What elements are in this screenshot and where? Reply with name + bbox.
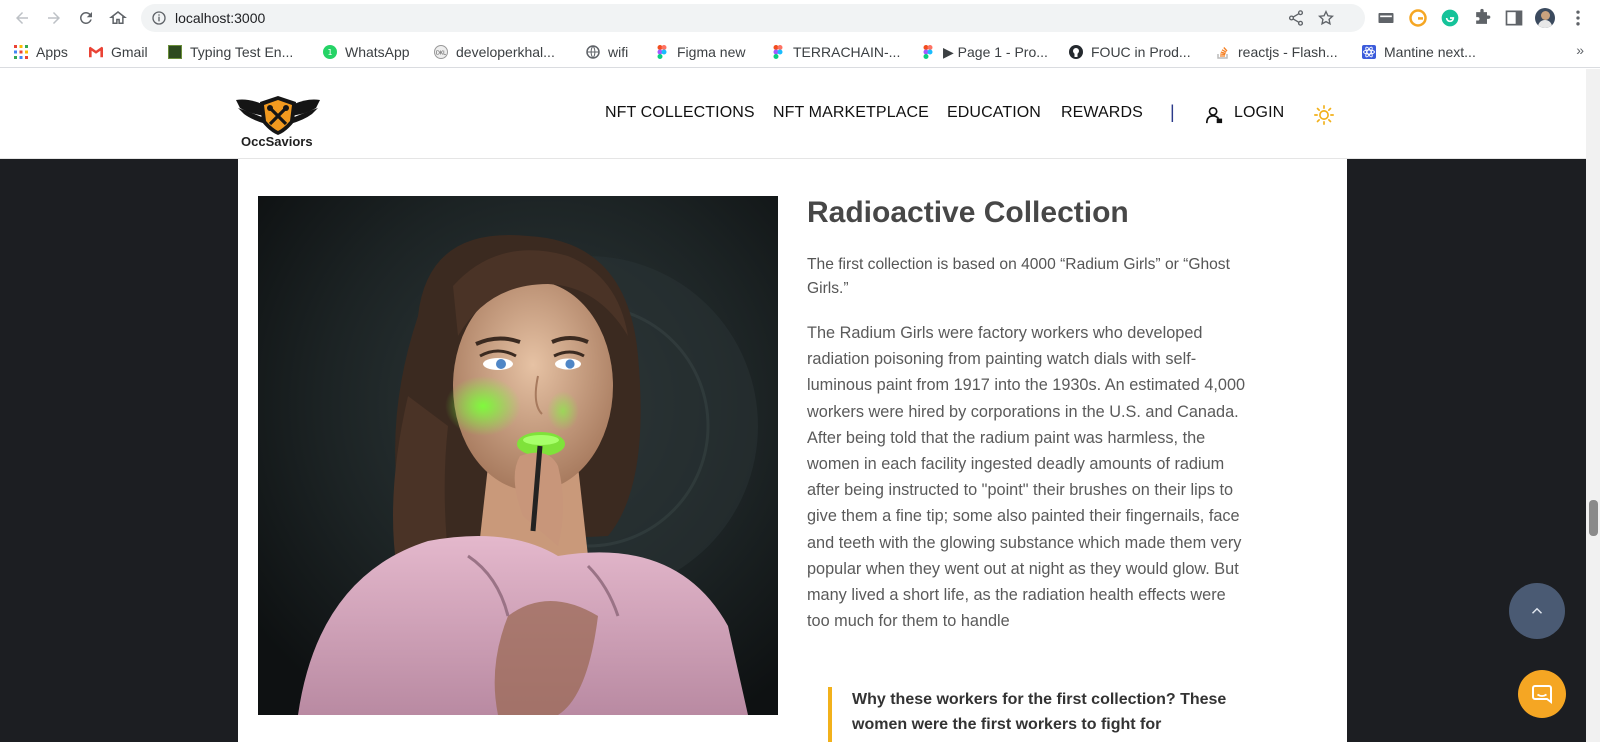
bookmark-page-1[interactable]: ▶ Page 1 - Pro... bbox=[921, 42, 1048, 62]
gmail-icon bbox=[89, 46, 103, 58]
chat-icon bbox=[1532, 685, 1552, 704]
home-button[interactable] bbox=[106, 6, 130, 30]
bookmark-figma-new[interactable]: Figma new bbox=[655, 42, 745, 62]
react-icon bbox=[1362, 45, 1376, 59]
info-icon[interactable] bbox=[151, 10, 167, 26]
developer-icon: DKL bbox=[434, 45, 448, 59]
svg-text:DKL: DKL bbox=[436, 51, 446, 57]
globe-icon bbox=[586, 45, 600, 59]
apps-grid-icon bbox=[14, 45, 28, 59]
whatsapp-icon: 1 bbox=[323, 45, 337, 59]
back-arrow-icon bbox=[16, 12, 28, 24]
figma-icon bbox=[923, 45, 933, 59]
typing-test-icon bbox=[168, 45, 182, 59]
profile-avatar[interactable] bbox=[1535, 8, 1555, 28]
figma-icon bbox=[773, 45, 783, 59]
nav-education[interactable]: EDUCATION bbox=[947, 104, 1041, 122]
browser-toolbar: localhost:3000 bbox=[0, 0, 1600, 36]
bookmark-fouc[interactable]: FOUC in Prod... bbox=[1069, 42, 1191, 62]
extensions-puzzle-icon[interactable] bbox=[1472, 8, 1492, 28]
address-bar[interactable]: localhost:3000 bbox=[141, 4, 1365, 32]
collection-blockquote: Why these workers for the first collecti… bbox=[828, 687, 1228, 742]
stackoverflow-icon bbox=[1217, 47, 1228, 59]
forward-arrow-icon bbox=[48, 12, 60, 24]
bookmark-apps[interactable]: Apps bbox=[14, 42, 68, 62]
collection-body-text: The Radium Girls were factory workers wh… bbox=[807, 324, 1246, 631]
reload-icon bbox=[79, 11, 92, 24]
nav-nft-collections[interactable]: NFT COLLECTIONS bbox=[605, 104, 755, 122]
chevron-up-icon bbox=[1531, 607, 1543, 614]
figma-icon bbox=[657, 45, 667, 59]
browser-menu-icon[interactable] bbox=[1568, 8, 1588, 28]
radium-girl-image bbox=[258, 196, 778, 715]
nav-nft-marketplace[interactable]: NFT MARKETPLACE bbox=[773, 104, 929, 122]
grammarly-g-icon[interactable] bbox=[1408, 8, 1428, 28]
nav-separator: | bbox=[1170, 102, 1175, 122]
bookmark-star-icon[interactable] bbox=[1317, 9, 1335, 27]
bookmark-wifi[interactable]: wifi bbox=[586, 42, 628, 62]
bookmarks-bar: Apps Gmail Typing Test En... 1 WhatsApp … bbox=[0, 36, 1600, 68]
nav-rewards[interactable]: REWARDS bbox=[1061, 104, 1143, 122]
github-icon bbox=[1069, 45, 1083, 59]
url-text: localhost:3000 bbox=[175, 10, 266, 26]
occsaviors-logo-icon[interactable] bbox=[236, 94, 320, 136]
bookmark-whatsapp[interactable]: 1 WhatsApp bbox=[323, 42, 410, 62]
bookmark-developer[interactable]: DKL developerkhal... bbox=[434, 42, 555, 62]
chat-support-button[interactable] bbox=[1518, 670, 1566, 718]
forward-button[interactable] bbox=[42, 6, 66, 30]
page-scrollbar[interactable] bbox=[1586, 69, 1600, 742]
side-panel-icon[interactable] bbox=[1504, 8, 1524, 28]
scroll-to-top-button[interactable] bbox=[1509, 583, 1565, 639]
blockquote-text: Why these workers for the first collecti… bbox=[852, 691, 1227, 733]
radium-girl-artwork bbox=[258, 196, 778, 715]
bookmark-gmail[interactable]: Gmail bbox=[89, 42, 148, 62]
brand-name: OccSaviors bbox=[241, 134, 313, 149]
nav-login[interactable]: LOGIN bbox=[1234, 104, 1284, 122]
extension-screen-icon[interactable] bbox=[1376, 8, 1396, 28]
theme-toggle-sun-icon[interactable] bbox=[1313, 104, 1335, 126]
home-icon bbox=[109, 11, 127, 24]
share-icon[interactable] bbox=[1287, 9, 1305, 27]
scrollbar-thumb[interactable] bbox=[1589, 500, 1598, 536]
bookmark-typing-test[interactable]: Typing Test En... bbox=[168, 42, 293, 62]
bookmark-reactjs-flash[interactable]: reactjs - Flash... bbox=[1216, 42, 1338, 62]
grammarly-icon[interactable] bbox=[1440, 8, 1460, 28]
bookmarks-overflow-button[interactable]: » bbox=[1576, 42, 1584, 58]
bookmark-terrachain[interactable]: TERRACHAIN-... bbox=[771, 42, 900, 62]
bookmark-mantine[interactable]: Mantine next... bbox=[1362, 42, 1476, 62]
svg-text:1: 1 bbox=[327, 48, 332, 57]
collection-title: Radioactive Collection bbox=[807, 196, 1129, 229]
user-icon[interactable] bbox=[1205, 106, 1223, 124]
back-button[interactable] bbox=[10, 6, 34, 30]
reload-button[interactable] bbox=[74, 6, 98, 30]
collection-lead-text: The first collection is based on 4000 “R… bbox=[807, 256, 1230, 297]
